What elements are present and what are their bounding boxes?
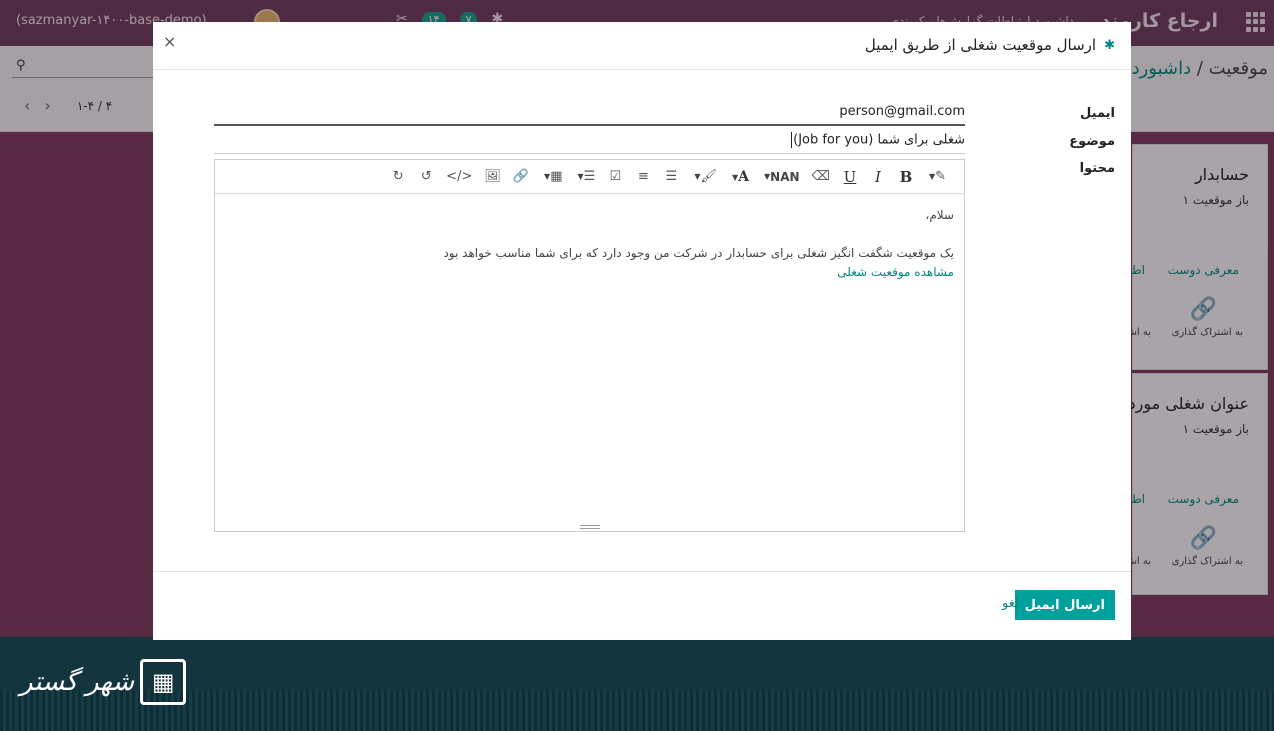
modal-footer: ارسال ایمیل لغو [153,571,1131,640]
resize-handle[interactable] [580,525,600,529]
brand-logo: شهر گستر ▦ [20,659,187,705]
footer-band: شهر گستر ▦ [0,637,1274,731]
code-view-icon[interactable]: </> [442,165,476,189]
italic-button[interactable]: I [866,165,890,189]
magic-wand-icon[interactable]: ✎ ▼ [922,165,950,189]
font-size-value: NAN [770,169,800,184]
undo-icon[interactable]: ↺ [414,165,438,189]
job-link[interactable]: مشاهده موقعیت شغلی [837,265,954,279]
checklist-icon[interactable]: ☑ [603,165,627,189]
footer-decoration [0,691,1274,731]
close-icon[interactable]: × [163,32,176,51]
table-icon[interactable]: ▦ ▼ [537,165,566,189]
redo-icon[interactable]: ↻ [386,165,410,189]
email-label: ایمیل [1080,106,1115,121]
bug-icon: ✱ [1104,37,1115,53]
html-editor[interactable]: ✎ ▼ B I U ⌫ NAN ▼ A ▼ 🖌 ▼ ☰ ≡ ☑ ☰ ▼ ▦ ▼ 🔗 🖼 </… [214,159,965,532]
brand-text: شهر گستر [20,667,135,697]
modal-title-text: ارسال موقعیت شغلی از طریق ایمیل [864,36,1097,54]
link-icon[interactable]: 🔗 [509,165,533,189]
unordered-list-icon[interactable]: ☰ [659,165,683,189]
ordered-list-icon[interactable]: ≡ [631,165,655,189]
send-job-email-dialog: ✱ ارسال موقعیت شغلی از طریق ایمیل × ایمی… [153,22,1131,640]
paint-brush-icon[interactable]: 🖌 ▼ [687,165,721,189]
align-right-icon[interactable]: ☰ ▼ [571,165,600,189]
subject-value: شغلی برای شما (Job for you) [793,132,965,148]
body-label: محتوا [1079,161,1115,176]
cancel-button[interactable]: لغو [1002,596,1019,611]
subject-field[interactable]: شغلی برای شما (Job for you) [214,132,965,154]
image-icon[interactable]: 🖼 [480,165,505,189]
modal-header: ✱ ارسال موقعیت شغلی از طریق ایمیل × [153,22,1131,70]
editor-toolbar: ✎ ▼ B I U ⌫ NAN ▼ A ▼ 🖌 ▼ ☰ ≡ ☑ ☰ ▼ ▦ ▼ 🔗 🖼 </… [215,160,964,194]
subject-label: موضوع [1069,134,1115,149]
underline-button[interactable]: U [838,165,862,189]
bold-button[interactable]: B [894,165,918,189]
modal-title: ✱ ارسال موقعیت شغلی از طریق ایمیل [865,36,1115,54]
font-color-icon: A [738,168,750,185]
brand-mark-icon: ▦ [140,659,187,705]
eraser-icon[interactable]: ⌫ [808,165,834,189]
body-greeting: سلام، [925,208,954,222]
font-size-dropdown[interactable]: NAN ▼ [757,165,804,189]
body-paragraph: یک موقعیت شگفت انگیز شغلی برای حسابدار د… [443,246,954,260]
editor-content[interactable]: سلام، یک موقعیت شگفت انگیز شغلی برای حسا… [215,194,964,531]
email-value: person@gmail.com [839,104,965,119]
font-color-dropdown[interactable]: A ▼ [725,165,753,189]
text-caret [791,132,793,148]
send-email-button[interactable]: ارسال ایمیل [1014,590,1115,620]
email-field[interactable]: person@gmail.com [214,104,965,126]
